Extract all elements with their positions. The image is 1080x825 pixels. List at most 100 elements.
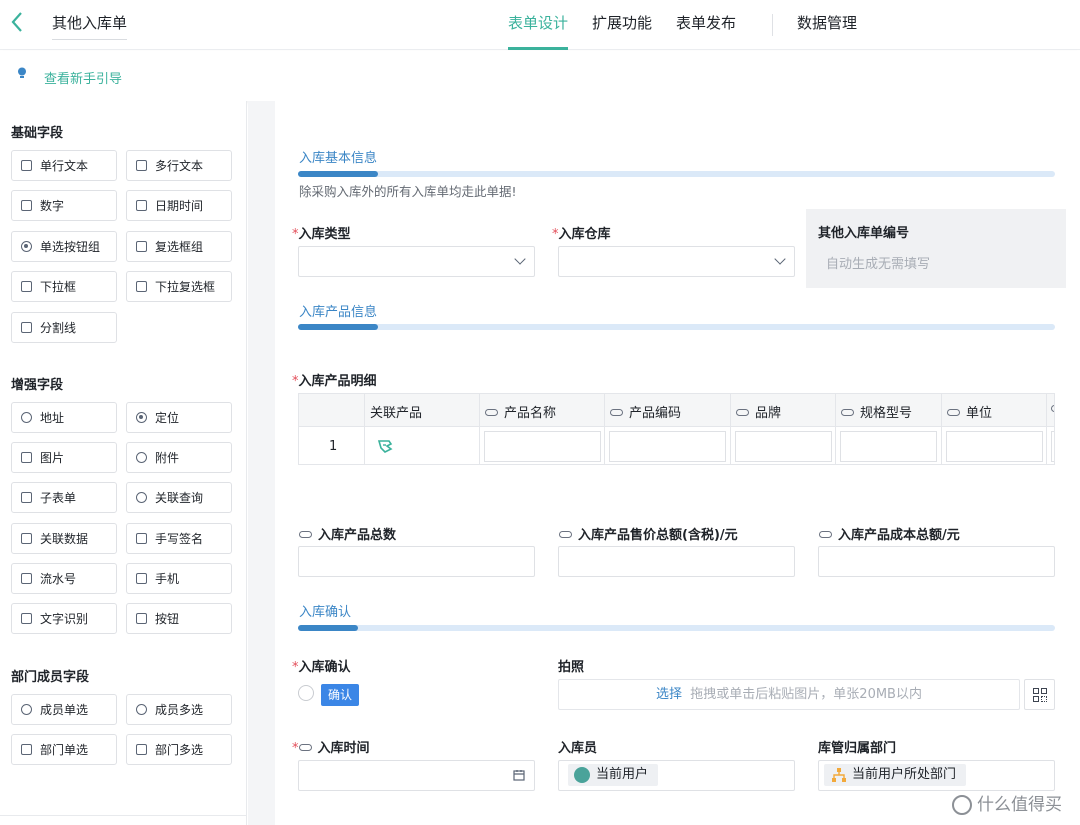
form-title[interactable]: 其他入库单: [52, 12, 127, 40]
tab-publish[interactable]: 表单发布: [676, 0, 736, 50]
cell-unit[interactable]: [946, 431, 1043, 462]
input-department[interactable]: 当前用户所处部门: [818, 760, 1055, 791]
table-header-related-product: 关联产品: [370, 402, 422, 421]
field-ocr[interactable]: 文字识别: [11, 603, 117, 634]
input-total-cost[interactable]: [818, 546, 1055, 577]
tab-divider: [772, 14, 773, 36]
link-icon: [1051, 402, 1055, 417]
field-checkbox-group[interactable]: 复选框组: [126, 231, 232, 262]
field-member-multi[interactable]: 成员多选: [126, 694, 232, 725]
guide-link[interactable]: 查看新手引导: [44, 68, 122, 87]
main-tabs: 表单设计 扩展功能 表单发布 数据管理: [496, 0, 869, 50]
label-confirm: *入库确认: [292, 656, 351, 675]
field-address[interactable]: 地址: [11, 402, 117, 433]
photo-upload-area[interactable]: 选择 拖拽或单击后粘贴图片，单张20MB以内: [558, 679, 1020, 710]
field-dropdown-multi[interactable]: 下拉复选框: [126, 271, 232, 302]
field-divider[interactable]: 分割线: [11, 312, 117, 343]
link-icon: [947, 409, 960, 416]
link-icon: [485, 409, 498, 416]
field-related-query[interactable]: 关联查询: [126, 482, 232, 513]
table-header-unit: 单位: [947, 402, 992, 421]
crosshair-icon: [136, 412, 147, 423]
link-icon: [299, 744, 312, 751]
cell-product-name[interactable]: [484, 431, 601, 462]
dropdown-icon: [21, 281, 32, 292]
link-icon: [299, 531, 312, 538]
field-multi-line-text[interactable]: 多行文本: [126, 150, 232, 181]
field-phone[interactable]: 手机: [126, 563, 232, 594]
field-image[interactable]: 图片: [11, 442, 117, 473]
calendar-icon: [513, 769, 525, 781]
field-related-data[interactable]: 关联数据: [11, 523, 117, 554]
input-inbound-time[interactable]: [298, 760, 535, 791]
serial-number-placeholder: 自动生成无需填写: [826, 253, 930, 272]
field-dept-single[interactable]: 部门单选: [11, 734, 117, 765]
input-total-qty[interactable]: [298, 546, 535, 577]
radio-icon: [21, 241, 32, 252]
operator-chip: 当前用户: [568, 764, 658, 786]
related-data-icon[interactable]: [376, 437, 394, 455]
data-link-icon: [21, 533, 32, 544]
pen-icon: [136, 533, 147, 544]
table-icon: [21, 492, 32, 503]
field-dropdown[interactable]: 下拉框: [11, 271, 117, 302]
input-total-sale[interactable]: [558, 546, 795, 577]
qr-code-icon[interactable]: [1024, 679, 1055, 710]
phone-icon: [136, 573, 147, 584]
image-icon: [21, 452, 32, 463]
field-serial-number[interactable]: 流水号: [11, 563, 117, 594]
select-warehouse[interactable]: [558, 246, 795, 277]
confirm-option-tag[interactable]: 确认: [321, 684, 359, 706]
row-number: 1: [329, 439, 337, 454]
group-title-members: 部门成员字段: [11, 666, 89, 685]
cell-overflow[interactable]: [1051, 431, 1055, 462]
chevron-left-icon[interactable]: [10, 11, 32, 35]
cell-brand[interactable]: [735, 431, 832, 462]
field-single-line-text[interactable]: 单行文本: [11, 150, 117, 181]
link-icon: [610, 409, 623, 416]
section-title-products[interactable]: 入库产品信息: [299, 301, 377, 320]
divider-icon: [21, 322, 32, 333]
tab-form-design[interactable]: 表单设计: [508, 0, 568, 50]
serial-icon: [21, 573, 32, 584]
textarea-icon: [136, 160, 147, 171]
table-col-index: [299, 394, 365, 465]
product-subform-table[interactable]: 关联产品 产品名称 产品编码 品牌 规格型号 单位 1: [298, 393, 1055, 465]
field-subform[interactable]: 子表单: [11, 482, 117, 513]
cell-spec[interactable]: [840, 431, 937, 462]
field-signature[interactable]: 手写签名: [126, 523, 232, 554]
sidebar-footer: [0, 815, 247, 825]
upload-select-link[interactable]: 选择: [656, 687, 682, 702]
tab-extensions[interactable]: 扩展功能: [592, 0, 652, 50]
label-operator: 入库员: [558, 737, 597, 756]
field-datetime[interactable]: 日期时间: [126, 190, 232, 221]
field-attachment[interactable]: 附件: [126, 442, 232, 473]
input-operator[interactable]: 当前用户: [558, 760, 795, 791]
number-icon: [21, 200, 32, 211]
confirm-radio[interactable]: [298, 685, 314, 701]
table-header-product-code: 产品编码: [610, 402, 681, 421]
table-header-spec: 规格型号: [841, 402, 912, 421]
section-title-basic[interactable]: 入库基本信息: [299, 147, 377, 166]
table-header-product-name: 产品名称: [485, 402, 556, 421]
field-member-single[interactable]: 成员单选: [11, 694, 117, 725]
button-icon: [136, 613, 147, 624]
label-product-detail: *入库产品明细: [292, 370, 377, 389]
field-button[interactable]: 按钮: [126, 603, 232, 634]
section-title-confirm[interactable]: 入库确认: [299, 601, 351, 620]
field-dept-multi[interactable]: 部门多选: [126, 734, 232, 765]
field-radio-group[interactable]: 单选按钮组: [11, 231, 117, 262]
ocr-icon: [21, 613, 32, 624]
watermark: 什么值得买: [952, 790, 1062, 815]
field-number[interactable]: 数字: [11, 190, 117, 221]
serial-number-field[interactable]: 其他入库单编号 自动生成无需填写: [806, 209, 1066, 288]
field-location[interactable]: 定位: [126, 402, 232, 433]
org-chart-icon: [832, 768, 846, 782]
upload-hint: 拖拽或单击后粘贴图片，单张20MB以内: [690, 687, 922, 702]
departments-icon: [136, 744, 147, 755]
cell-product-code[interactable]: [609, 431, 726, 462]
select-inbound-type[interactable]: [298, 246, 535, 277]
tab-data-management[interactable]: 数据管理: [797, 0, 857, 50]
upload-cloud-icon: [136, 452, 147, 463]
label-photo: 拍照: [558, 656, 584, 675]
